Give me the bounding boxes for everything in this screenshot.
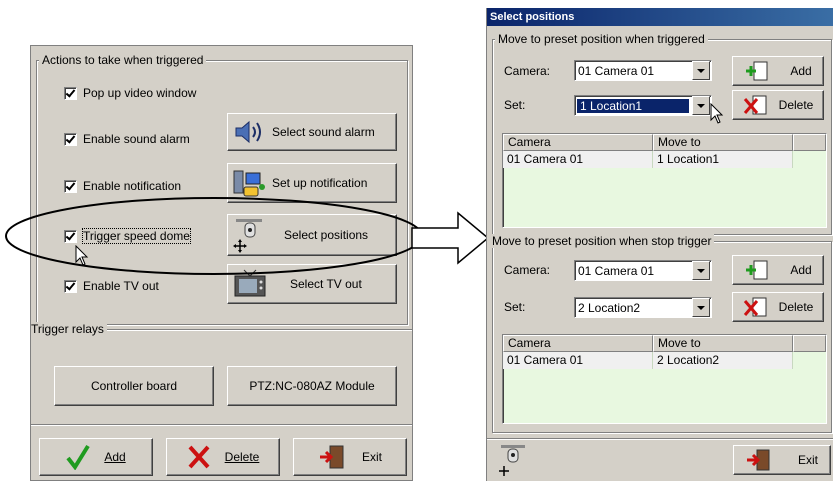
checkbox-checked-icon bbox=[64, 86, 77, 100]
dialog-title: Select positions bbox=[490, 11, 575, 23]
dialog-exit-button[interactable]: Exit bbox=[733, 445, 831, 475]
chevron-down-icon[interactable] bbox=[692, 261, 710, 280]
cell-move-to: 2 Location2 bbox=[653, 352, 793, 369]
delete-button[interactable]: Delete bbox=[166, 438, 280, 476]
chevron-down-icon[interactable] bbox=[692, 298, 710, 317]
exit-label: Exit bbox=[361, 450, 382, 464]
triggered-delete-button[interactable]: Delete bbox=[732, 90, 824, 120]
table-row[interactable]: 01 Camera 01 2 Location2 bbox=[503, 352, 826, 369]
column-header-camera[interactable]: Camera bbox=[503, 134, 653, 151]
triggered-camera-value: 01 Camera 01 bbox=[578, 63, 655, 78]
select-sound-alarm-label: Select sound alarm bbox=[272, 125, 375, 139]
add-document-icon bbox=[746, 61, 768, 81]
select-sound-alarm-button[interactable]: Select sound alarm bbox=[227, 113, 397, 151]
triggered-set-value: 1 Location1 bbox=[576, 97, 690, 114]
add-label: Add bbox=[104, 450, 126, 464]
triggered-grid-header: Camera Move to bbox=[503, 134, 826, 151]
triggered-legend: Move to preset position when triggered bbox=[495, 32, 708, 46]
triggered-set-select[interactable]: 1 Location1 bbox=[574, 95, 712, 116]
stop-camera-value: 01 Camera 01 bbox=[578, 263, 655, 278]
stop-grid: Camera Move to 01 Camera 01 2 Location2 bbox=[502, 334, 827, 424]
column-header-camera[interactable]: Camera bbox=[503, 335, 653, 352]
exit-door-icon bbox=[746, 449, 770, 471]
stop-set-label: Set: bbox=[504, 300, 526, 314]
stop-delete-button[interactable]: Delete bbox=[732, 292, 824, 322]
highlight-ellipse bbox=[5, 197, 423, 275]
cell-move-to: 1 Location1 bbox=[653, 151, 793, 168]
ptz-module-button[interactable]: PTZ:NC-080AZ Module bbox=[227, 366, 397, 406]
dialog-bottom-separator bbox=[487, 438, 833, 440]
stop-camera-label: Camera: bbox=[504, 263, 551, 277]
chevron-down-icon[interactable] bbox=[692, 61, 710, 80]
cell-camera: 01 Camera 01 bbox=[503, 151, 653, 168]
exit-door-icon bbox=[319, 445, 344, 469]
bottom-separator bbox=[31, 424, 412, 426]
triggered-add-label: Add bbox=[790, 64, 812, 78]
stop-grid-header: Camera Move to bbox=[503, 335, 826, 352]
sound-alarm-checkbox[interactable]: Enable sound alarm bbox=[64, 132, 190, 146]
triggered-camera-label: Camera: bbox=[504, 64, 551, 78]
speed-dome-icon bbox=[499, 445, 525, 476]
dialog-exit-label: Exit bbox=[797, 453, 818, 467]
dialog-title-bar: Select positions bbox=[487, 8, 833, 26]
controller-board-button[interactable]: Controller board bbox=[54, 366, 214, 406]
stop-add-label: Add bbox=[790, 263, 812, 277]
stop-set-value: 2 Location2 bbox=[578, 300, 641, 315]
stop-trigger-legend: Move to preset position when stop trigge… bbox=[489, 234, 715, 248]
table-row[interactable]: 01 Camera 01 1 Location1 bbox=[503, 151, 826, 168]
actions-legend: Actions to take when triggered bbox=[39, 53, 207, 67]
column-header-move-to[interactable]: Move to bbox=[653, 335, 793, 352]
checkmark-icon bbox=[66, 444, 91, 470]
stop-set-select[interactable]: 2 Location2 bbox=[574, 297, 712, 318]
controller-board-label: Controller board bbox=[90, 379, 178, 393]
checkbox-checked-icon bbox=[64, 132, 77, 146]
column-header-empty bbox=[793, 335, 826, 352]
sound-alarm-label: Enable sound alarm bbox=[83, 132, 190, 146]
cell-camera: 01 Camera 01 bbox=[503, 352, 653, 369]
add-button[interactable]: Add bbox=[39, 438, 153, 476]
right-arrow-icon bbox=[411, 211, 490, 265]
stop-delete-label: Delete bbox=[778, 300, 814, 314]
delete-label: Delete bbox=[224, 450, 260, 464]
select-positions-dialog: Select positions Move to preset position… bbox=[486, 8, 833, 481]
chevron-down-icon[interactable] bbox=[692, 96, 710, 115]
triggered-delete-label: Delete bbox=[778, 98, 814, 112]
triggered-set-label: Set: bbox=[504, 98, 526, 112]
delete-document-icon bbox=[743, 297, 767, 317]
triggered-camera-select[interactable]: 01 Camera 01 bbox=[574, 60, 712, 81]
stop-camera-select[interactable]: 01 Camera 01 bbox=[574, 260, 712, 281]
popup-video-label: Pop up video window bbox=[83, 86, 197, 100]
exit-button[interactable]: Exit bbox=[293, 438, 407, 476]
mouse-cursor-icon bbox=[710, 103, 724, 124]
popup-video-checkbox[interactable]: Pop up video window bbox=[64, 86, 196, 100]
triggered-grid: Camera Move to 01 Camera 01 1 Location1 bbox=[502, 133, 827, 228]
delete-document-icon bbox=[743, 95, 767, 115]
relays-legend: Trigger relays bbox=[31, 322, 107, 336]
ptz-module-label: PTZ:NC-080AZ Module bbox=[249, 379, 375, 393]
red-x-icon bbox=[188, 445, 210, 469]
speaker-icon bbox=[235, 120, 261, 144]
mouse-cursor-icon bbox=[75, 245, 89, 266]
add-document-icon bbox=[746, 260, 768, 280]
stop-add-button[interactable]: Add bbox=[732, 255, 824, 285]
column-header-empty bbox=[793, 134, 826, 151]
triggered-add-button[interactable]: Add bbox=[732, 56, 824, 86]
column-header-move-to[interactable]: Move to bbox=[653, 134, 793, 151]
